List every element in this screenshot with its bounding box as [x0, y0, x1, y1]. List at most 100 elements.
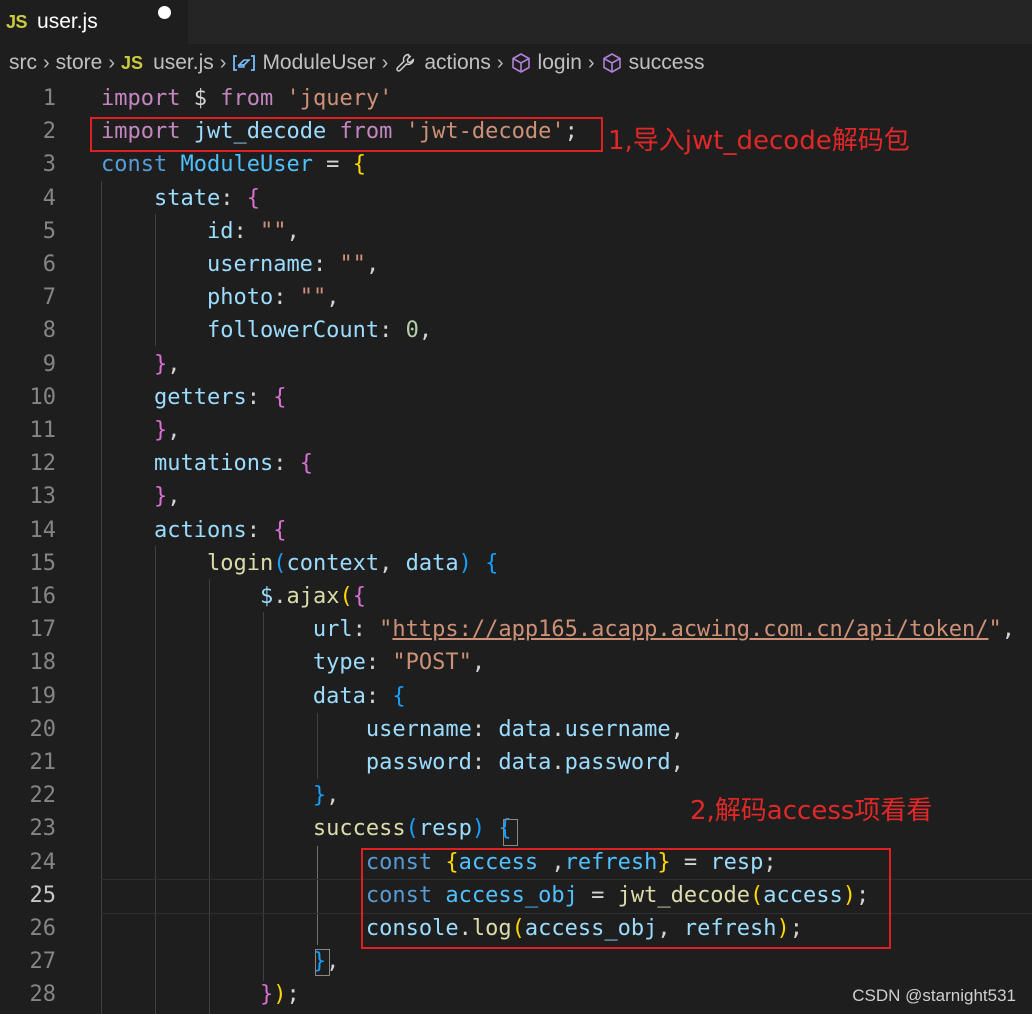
method-cube-icon — [602, 53, 621, 73]
bracket-match-highlight — [315, 949, 330, 976]
code-line[interactable]: 6 username: "", — [0, 248, 1032, 281]
code-token: state — [153, 185, 221, 211]
code-token: data — [498, 716, 552, 742]
code-token: , — [167, 351, 181, 377]
code-token: , — [167, 418, 181, 443]
code-token: , — [670, 750, 684, 775]
breadcrumb-item-store[interactable]: store — [56, 51, 103, 75]
variable-symbol-icon — [233, 55, 256, 71]
code-token: https://app165.acapp.acwing.com.cn/api/t… — [392, 617, 989, 643]
code-token: , — [670, 716, 684, 742]
line-number: 21 — [29, 750, 57, 775]
code-line[interactable]: 16 $.ajax({ — [0, 580, 1032, 613]
line-number: 20 — [29, 716, 57, 742]
code-text: url: "https://app165.acapp.acwing.com.cn… — [101, 613, 1015, 646]
line-number: 23 — [29, 816, 57, 842]
code-text: const ModuleUser = { — [101, 148, 366, 181]
code-line[interactable]: 11 }, — [0, 414, 1032, 447]
code-token: context — [286, 550, 380, 576]
code-token: . — [551, 716, 565, 742]
breadcrumb-item-moduleuser[interactable]: ModuleUser — [232, 51, 376, 75]
code-token: = — [312, 152, 353, 178]
code-line[interactable]: 19 data: { — [0, 680, 1032, 713]
tab-bar: JS user.js — [0, 0, 1032, 44]
javascript-file-icon: JS — [121, 52, 144, 73]
code-line[interactable]: 10 getters: { — [0, 381, 1032, 414]
code-token: username — [206, 252, 313, 277]
code-token: ( — [273, 550, 287, 576]
code-line[interactable]: 8 followerCount: 0, — [0, 314, 1032, 347]
code-line[interactable]: 18 type: "POST", — [0, 646, 1032, 679]
chevron-right-icon: › — [381, 51, 389, 74]
breadcrumb-item-file[interactable]: JS user.js — [121, 51, 214, 75]
code-token: username — [365, 716, 472, 742]
code-token: , — [286, 218, 300, 244]
code-line[interactable]: 7 photo: "", — [0, 281, 1032, 314]
code-token: } — [153, 351, 168, 377]
code-token: , — [167, 484, 181, 510]
code-line[interactable]: 17 url: "https://app165.acapp.acwing.com… — [0, 613, 1032, 646]
code-text: photo: "", — [101, 281, 339, 314]
code-token: { — [273, 517, 287, 543]
code-line[interactable]: 27 }, — [0, 945, 1032, 978]
code-token: { — [273, 384, 287, 410]
code-line[interactable]: 15 login(context, data) { — [0, 547, 1032, 580]
editor-tab-user-js[interactable]: JS user.js — [0, 0, 188, 44]
code-text: username: data.username, — [101, 713, 684, 746]
line-number: 8 — [42, 318, 56, 344]
code-line[interactable]: 1 import $ from 'jquery' — [0, 82, 1032, 115]
javascript-file-icon: JS — [6, 11, 28, 32]
code-token: type — [312, 650, 366, 676]
unsaved-changes-dot-icon[interactable] — [158, 6, 171, 19]
code-text: username: "", — [101, 248, 379, 281]
chevron-right-icon: › — [496, 51, 504, 74]
breadcrumb-item-actions[interactable]: actions — [394, 51, 491, 75]
code-token: 0 — [405, 318, 419, 344]
breadcrumb-item-success[interactable]: success — [601, 51, 704, 75]
code-text: followerCount: 0, — [101, 314, 432, 347]
code-line[interactable]: 4 state: { — [0, 182, 1032, 215]
code-token: $ — [259, 584, 274, 609]
code-token: , — [326, 285, 340, 311]
code-line[interactable]: 12 mutations: { — [0, 447, 1032, 480]
code-token: , — [326, 783, 340, 809]
code-token: url — [312, 617, 353, 643]
code-line[interactable]: 5 id: "", — [0, 215, 1032, 248]
code-token: : — [471, 750, 499, 775]
code-editor[interactable]: 1 import $ from 'jquery' 2 import jwt_decod… — [0, 82, 1032, 1014]
breadcrumb: src › store › JS user.js › ModuleUser › … — [0, 44, 1032, 82]
annotation-decode-text: 2,解码access项看看 — [690, 796, 933, 826]
code-token: : — [312, 252, 340, 277]
code-token: } — [153, 418, 168, 443]
code-token: 'jquery' — [286, 86, 393, 111]
code-line[interactable]: 20 username: data.username, — [0, 713, 1032, 746]
code-line[interactable]: 14 actions: { — [0, 514, 1032, 547]
code-text: }, — [101, 945, 340, 978]
annotation-box-decode — [361, 848, 891, 949]
bracket-match-highlight — [503, 819, 518, 846]
code-token: : — [352, 617, 380, 643]
breadcrumb-item-src[interactable]: src — [9, 51, 37, 75]
breadcrumb-item-login[interactable]: login — [510, 51, 582, 75]
code-token: import — [101, 86, 181, 111]
code-token: password — [365, 750, 472, 775]
code-token: $ — [180, 86, 221, 111]
code-line[interactable]: 9 }, — [0, 348, 1032, 381]
line-number: 10 — [29, 384, 57, 410]
code-line[interactable]: 21 password: data.password, — [0, 746, 1032, 779]
code-line[interactable]: 13 }, — [0, 480, 1032, 513]
line-number: 26 — [29, 916, 57, 941]
